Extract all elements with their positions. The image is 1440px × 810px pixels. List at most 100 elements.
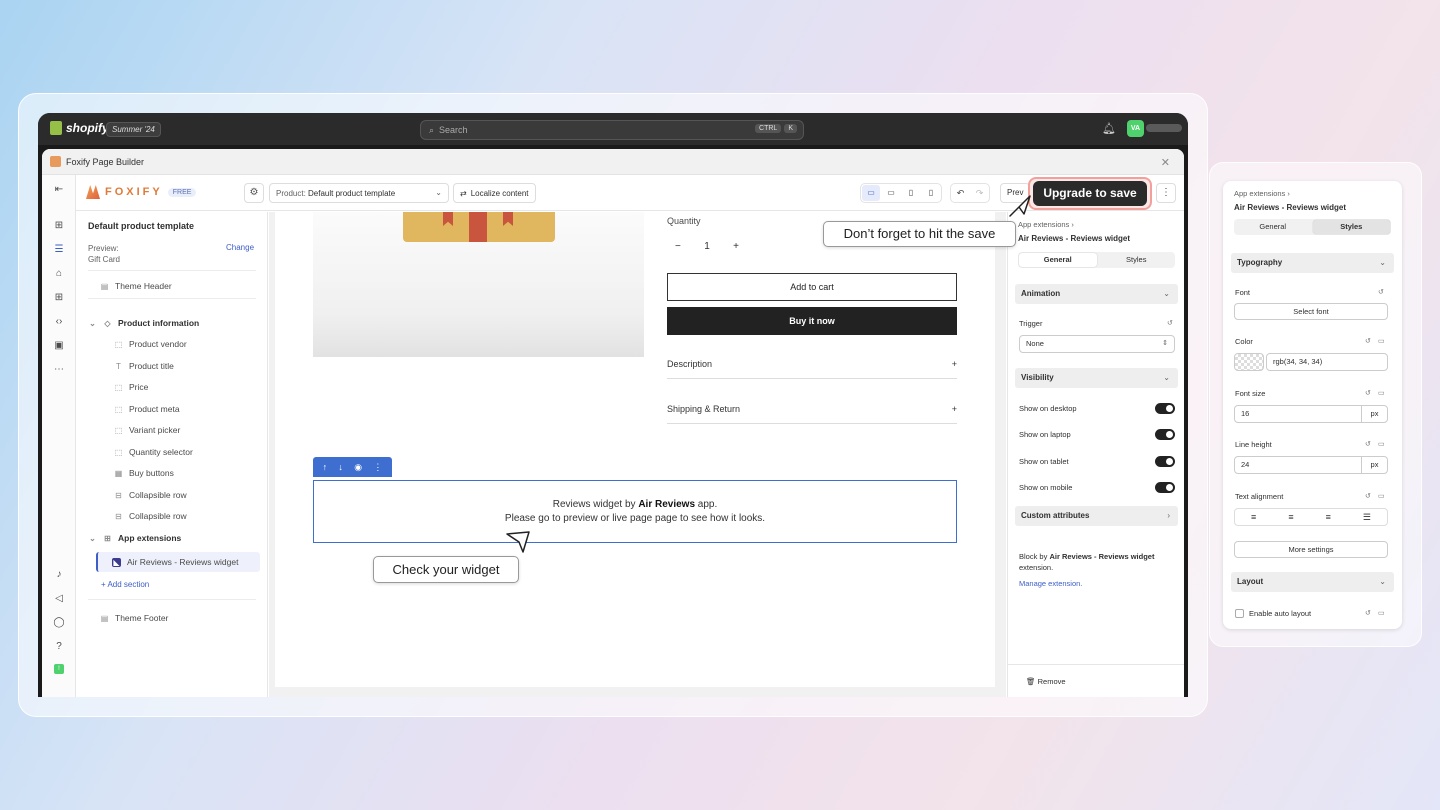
reset-icon[interactable]: ↺ (1365, 337, 1371, 345)
quantity-plus-button[interactable]: + (733, 241, 739, 252)
align-center-icon[interactable]: ≡ (1288, 512, 1293, 522)
layer-item-price[interactable]: ⬚ Price (114, 382, 149, 392)
close-icon[interactable]: ✕ (1161, 156, 1170, 169)
layer-item-quantity-selector[interactable]: ⬚ Quantity selector (114, 447, 193, 457)
unit-select[interactable]: px (1361, 457, 1387, 473)
template-select[interactable]: Product: Default product template ⌄ (269, 183, 449, 203)
layers-icon[interactable]: ☰ (52, 243, 66, 257)
layer-item-product-title[interactable]: T Product title (114, 361, 174, 371)
remove-button[interactable]: 🗑︎ Remove (1008, 664, 1184, 697)
device-icon[interactable]: ▭ (1378, 492, 1385, 500)
accordion-description[interactable]: Description + (667, 349, 957, 379)
theme-header-item[interactable]: ▤ Theme Header (100, 281, 172, 291)
more-vertical-icon[interactable]: ⋮ (373, 462, 382, 473)
font-size-input[interactable]: 16 px (1234, 405, 1388, 423)
device-icon[interactable]: ▭ (1378, 440, 1385, 448)
quantity-value[interactable]: 1 (704, 241, 710, 252)
undo-icon[interactable]: ↶ (951, 184, 970, 202)
store-icon[interactable]: ⌂ (52, 267, 66, 281)
trigger-select[interactable]: None ⇕ (1019, 335, 1175, 353)
change-link[interactable]: Change (226, 243, 254, 252)
tab-general[interactable]: General (1234, 219, 1312, 235)
accordion-shipping[interactable]: Shipping & Return + (667, 394, 957, 424)
reviews-widget-block[interactable]: Reviews widget by Air Reviews app. Pleas… (313, 480, 957, 543)
select-font-button[interactable]: Select font (1234, 303, 1388, 320)
redo-icon[interactable]: ↷ (970, 184, 989, 202)
reset-icon[interactable]: ↺ (1365, 609, 1371, 617)
search-bar[interactable]: ⌕ Search CTRL K (420, 120, 804, 140)
quantity-stepper[interactable]: − 1 + (667, 235, 747, 257)
tab-styles[interactable]: Styles (1312, 220, 1390, 234)
visibility-section[interactable]: Visibility ⌄ (1015, 368, 1178, 388)
layer-item-collapsible-row[interactable]: ⊟ Collapsible row (114, 511, 187, 521)
layer-item-variant-picker[interactable]: ⬚ Variant picker (114, 425, 181, 435)
visibility-tablet-toggle[interactable] (1155, 456, 1175, 467)
visibility-desktop-toggle[interactable] (1155, 403, 1175, 414)
layer-item-product-vendor[interactable]: ⬚ Product vendor (114, 339, 187, 349)
manage-extension-link[interactable]: Manage extension. (1019, 579, 1082, 588)
notification-bell-icon[interactable]: 🔔︎ (1102, 122, 1116, 135)
device-icon[interactable]: ▭ (1378, 389, 1385, 397)
visibility-mobile-toggle[interactable] (1155, 482, 1175, 493)
laptop-view-icon[interactable]: ▭ (882, 185, 900, 201)
notification-icon[interactable]: ♪ (52, 568, 66, 582)
color-swatch[interactable] (1234, 353, 1264, 371)
line-height-input[interactable]: 24 px (1234, 456, 1388, 474)
product-information-group[interactable]: ⌄ ◇ Product information (88, 318, 199, 328)
reset-icon[interactable]: ↺ (1365, 492, 1371, 500)
reset-icon[interactable]: ↺ (1365, 389, 1371, 397)
visibility-laptop-toggle[interactable] (1155, 429, 1175, 440)
add-to-cart-button[interactable]: Add to cart (667, 273, 957, 301)
custom-attributes-section[interactable]: Custom attributes › (1015, 506, 1178, 526)
color-value-input[interactable]: rgb(34, 34, 34) (1266, 353, 1388, 371)
move-up-icon[interactable]: ↑ (323, 462, 328, 472)
align-right-icon[interactable]: ≡ (1326, 512, 1331, 522)
breadcrumb[interactable]: App extensions › (1234, 189, 1290, 198)
visibility-eye-icon[interactable]: ◉ (354, 462, 362, 473)
layer-item-air-reviews[interactable]: ◣ Air Reviews - Reviews widget (112, 557, 238, 567)
desktop-view-icon[interactable]: ▭ (862, 185, 880, 201)
move-down-icon[interactable]: ↓ (338, 462, 343, 472)
layer-item-collapsible-row[interactable]: ⊟ Collapsible row (114, 490, 187, 500)
layout-section[interactable]: Layout ⌄ (1231, 572, 1394, 592)
more-settings-button[interactable]: More settings (1234, 541, 1388, 558)
tablet-view-icon[interactable]: ▯ (902, 185, 920, 201)
tab-styles[interactable]: Styles (1098, 252, 1176, 268)
unit-select[interactable]: px (1361, 406, 1387, 422)
reset-icon[interactable]: ↺ (1365, 440, 1371, 448)
code-icon[interactable]: ‹› (52, 315, 66, 329)
upgrade-to-save-button[interactable]: Upgrade to save (1033, 181, 1147, 206)
layer-item-product-meta[interactable]: ⬚ Product meta (114, 404, 180, 414)
more-horizontal-icon[interactable]: ⋯ (52, 363, 66, 377)
align-justify-icon[interactable]: ☰ (1363, 512, 1371, 523)
help-icon[interactable]: ? (52, 640, 66, 654)
theme-footer-item[interactable]: ▤ Theme Footer (100, 613, 169, 623)
tab-general[interactable]: General (1019, 253, 1097, 267)
breadcrumb[interactable]: App extensions › (1018, 220, 1074, 229)
reset-icon[interactable]: ↺ (1378, 288, 1384, 296)
buy-it-now-button[interactable]: Buy it now (667, 307, 957, 335)
more-options-icon[interactable]: ⋮ (1156, 183, 1176, 203)
device-icon[interactable]: ▭ (1378, 337, 1385, 345)
align-left-icon[interactable]: ≡ (1251, 512, 1256, 522)
add-element-icon[interactable]: ⊞ (52, 219, 66, 233)
quantity-minus-button[interactable]: − (675, 241, 681, 252)
store-name-blurred[interactable] (1146, 124, 1182, 132)
mobile-view-icon[interactable]: ▯ (922, 185, 940, 201)
avatar[interactable]: VA (1127, 120, 1144, 137)
animation-section[interactable]: Animation ⌄ (1015, 284, 1178, 304)
auto-layout-checkbox[interactable] (1235, 609, 1244, 618)
apps-icon[interactable]: ⊞ (52, 291, 66, 305)
exit-icon[interactable]: ⇤ (52, 183, 66, 197)
device-icon[interactable]: ▭ (1378, 609, 1385, 617)
localize-content-button[interactable]: ⇄ Localize content (453, 183, 536, 203)
app-extensions-group[interactable]: ⌄ ⊞ App extensions (88, 533, 181, 543)
reset-icon[interactable]: ↺ (1167, 319, 1173, 327)
layer-item-buy-buttons[interactable]: ▦ Buy buttons (114, 468, 174, 478)
shopify-logo[interactable]: shopify (50, 121, 109, 135)
megaphone-icon[interactable]: ◁ (52, 592, 66, 606)
chat-icon[interactable]: ◯ (52, 616, 66, 630)
typography-section[interactable]: Typography ⌄ (1231, 253, 1394, 273)
add-section-button[interactable]: + Add section (101, 580, 149, 589)
clipboard-icon[interactable]: ▣ (52, 339, 66, 353)
